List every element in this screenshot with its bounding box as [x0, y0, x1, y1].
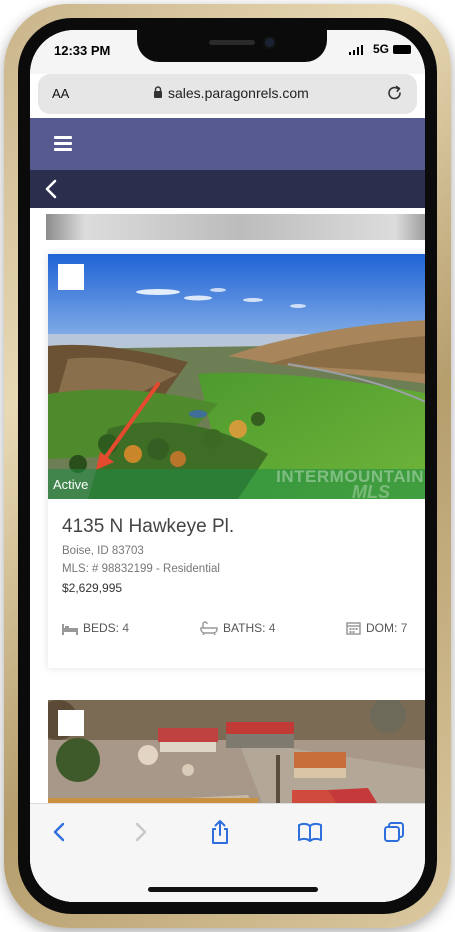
calendar-icon — [346, 622, 361, 635]
network-type: 5G — [372, 42, 389, 56]
baths-label: BATHS: — [223, 621, 266, 635]
tabs-icon[interactable] — [380, 818, 408, 846]
beds-value: 4 — [122, 621, 130, 635]
app-sub-bar — [30, 170, 425, 208]
baths-stat: BATHS: 4 — [200, 621, 276, 636]
listing-address[interactable]: 4135 N Hawkeye Pl. — [62, 516, 234, 538]
beds-stat: BEDS: 4 — [62, 621, 129, 635]
url-text[interactable]: sales.paragonrels.com — [168, 85, 309, 101]
text-size-button[interactable]: AA — [52, 86, 69, 101]
aerial-golf-course-image — [48, 254, 425, 499]
app-nav-bar — [30, 118, 425, 170]
front-camera — [265, 38, 274, 47]
back-arrow-icon[interactable] — [46, 818, 74, 846]
listing-results: Active INTERMOUNTAIN MLS 4135 N Hawkeye … — [30, 208, 425, 902]
listing-photo[interactable]: Active INTERMOUNTAIN MLS — [48, 254, 425, 499]
listing-card[interactable]: Active INTERMOUNTAIN MLS 4135 N Hawkeye … — [48, 254, 425, 668]
listing-mls: MLS: # 98832199 - Residential — [62, 563, 220, 575]
address-bar[interactable]: AA sales.paragonrels.com — [38, 74, 417, 114]
lock-icon — [154, 86, 162, 98]
home-indicator[interactable] — [148, 887, 318, 892]
reload-icon[interactable] — [385, 83, 405, 103]
select-checkbox[interactable] — [58, 264, 84, 290]
listing-price: $2,629,995 — [62, 581, 123, 595]
status-badge: Active — [53, 477, 89, 492]
dom-stat: DOM: 7 — [346, 621, 407, 635]
select-checkbox[interactable] — [58, 710, 84, 736]
baths-value: 4 — [268, 621, 276, 635]
blurred-banner — [46, 214, 425, 240]
beds-label: BEDS: — [83, 621, 120, 635]
dom-value: 7 — [400, 621, 408, 635]
dom-label: DOM: — [366, 621, 398, 635]
status-time: 12:33 PM — [54, 43, 111, 58]
watermark-line1: INTERMOUNTAIN — [276, 467, 424, 486]
phone-bezel: 12:33 PM 5G AA sales.paragonrels.com Act… — [18, 18, 437, 914]
battery-icon — [393, 45, 411, 54]
phone-screen: 12:33 PM 5G AA sales.paragonrels.com Act… — [30, 30, 425, 902]
listing-city-zip: Boise, ID 83703 — [62, 545, 144, 557]
bathtub-icon — [200, 621, 218, 636]
forward-arrow-icon[interactable] — [126, 818, 154, 846]
camera-notch — [137, 30, 327, 62]
signal-icon — [349, 45, 363, 55]
speaker-grille — [209, 40, 255, 45]
bookmarks-icon[interactable] — [296, 818, 324, 846]
browser-toolbar — [30, 803, 425, 902]
watermark-line2: MLS — [352, 482, 390, 499]
hamburger-icon[interactable] — [54, 136, 72, 151]
chevron-left-icon[interactable] — [44, 179, 58, 199]
share-icon[interactable] — [206, 818, 234, 846]
status-overlay: Active INTERMOUNTAIN MLS — [48, 467, 425, 499]
phone-frame: 12:33 PM 5G AA sales.paragonrels.com Act… — [4, 4, 451, 928]
bed-icon — [62, 624, 78, 635]
